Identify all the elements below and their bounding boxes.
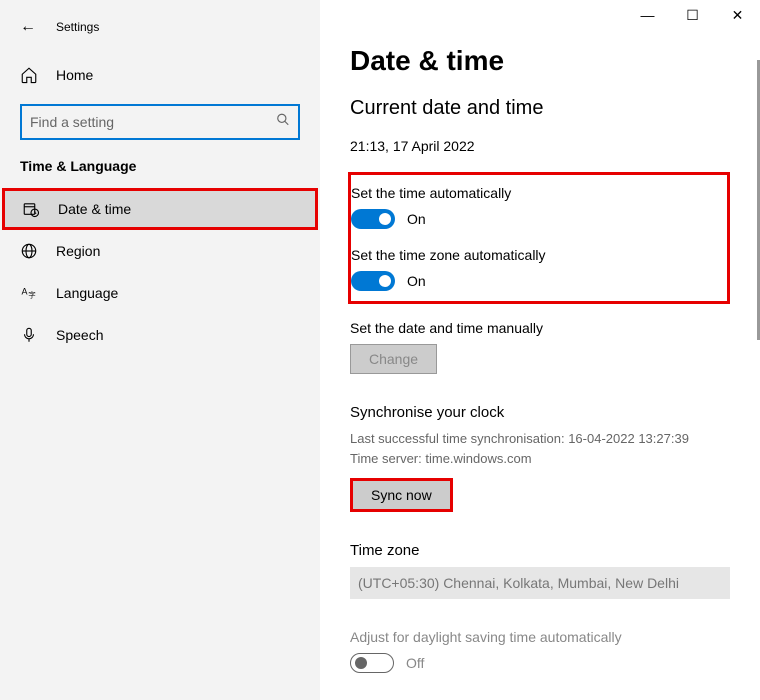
nav-date-time[interactable]: Date & time [2, 188, 318, 230]
dst-toggle [350, 653, 394, 673]
auto-time-state: On [407, 211, 426, 227]
sync-heading: Synchronise your clock [350, 404, 730, 421]
nav-label: Speech [56, 327, 103, 343]
auto-time-label: Set the time automatically [351, 185, 715, 201]
nav-language[interactable]: A字 Language [0, 272, 320, 314]
content-area: Date & time Current date and time 21:13,… [320, 0, 760, 700]
page-title: Date & time [350, 45, 730, 77]
nav-label: Date & time [58, 201, 131, 217]
svg-text:字: 字 [28, 290, 36, 300]
home-label: Home [56, 67, 93, 83]
sync-server: Time server: time.windows.com [350, 449, 730, 469]
dst-state: Off [406, 655, 424, 671]
auto-time-toggle[interactable] [351, 209, 395, 229]
sync-last: Last successful time synchronisation: 16… [350, 429, 730, 449]
home-icon [20, 66, 38, 84]
change-button: Change [350, 344, 437, 374]
manual-label: Set the date and time manually [350, 320, 730, 336]
current-datetime-value: 21:13, 17 April 2022 [350, 138, 730, 154]
auto-tz-toggle[interactable] [351, 271, 395, 291]
timezone-heading: Time zone [350, 542, 730, 559]
auto-tz-state: On [407, 273, 426, 289]
nav-speech[interactable]: Speech [0, 314, 320, 356]
microphone-icon [20, 326, 38, 344]
nav-label: Region [56, 243, 100, 259]
svg-text:A: A [22, 287, 28, 297]
timezone-select: (UTC+05:30) Chennai, Kolkata, Mumbai, Ne… [350, 567, 730, 599]
language-icon: A字 [20, 284, 38, 302]
calendar-clock-icon [22, 200, 40, 218]
auto-settings-highlight: Set the time automatically On Set the ti… [348, 172, 730, 304]
dst-label: Adjust for daylight saving time automati… [350, 629, 730, 645]
home-button[interactable]: Home [0, 54, 320, 96]
back-button[interactable]: ← [20, 18, 36, 36]
nav-region[interactable]: Region [0, 230, 320, 272]
search-icon [276, 113, 290, 132]
current-datetime-heading: Current date and time [350, 97, 730, 120]
sync-now-button[interactable]: Sync now [350, 478, 453, 512]
sidebar: ← Settings Home Time & Language Date & t… [0, 0, 320, 700]
globe-icon [20, 242, 38, 260]
search-input[interactable] [20, 104, 300, 140]
nav-label: Language [56, 285, 118, 301]
app-title: Settings [56, 20, 99, 34]
category-heading: Time & Language [0, 140, 320, 188]
auto-tz-label: Set the time zone automatically [351, 247, 715, 263]
